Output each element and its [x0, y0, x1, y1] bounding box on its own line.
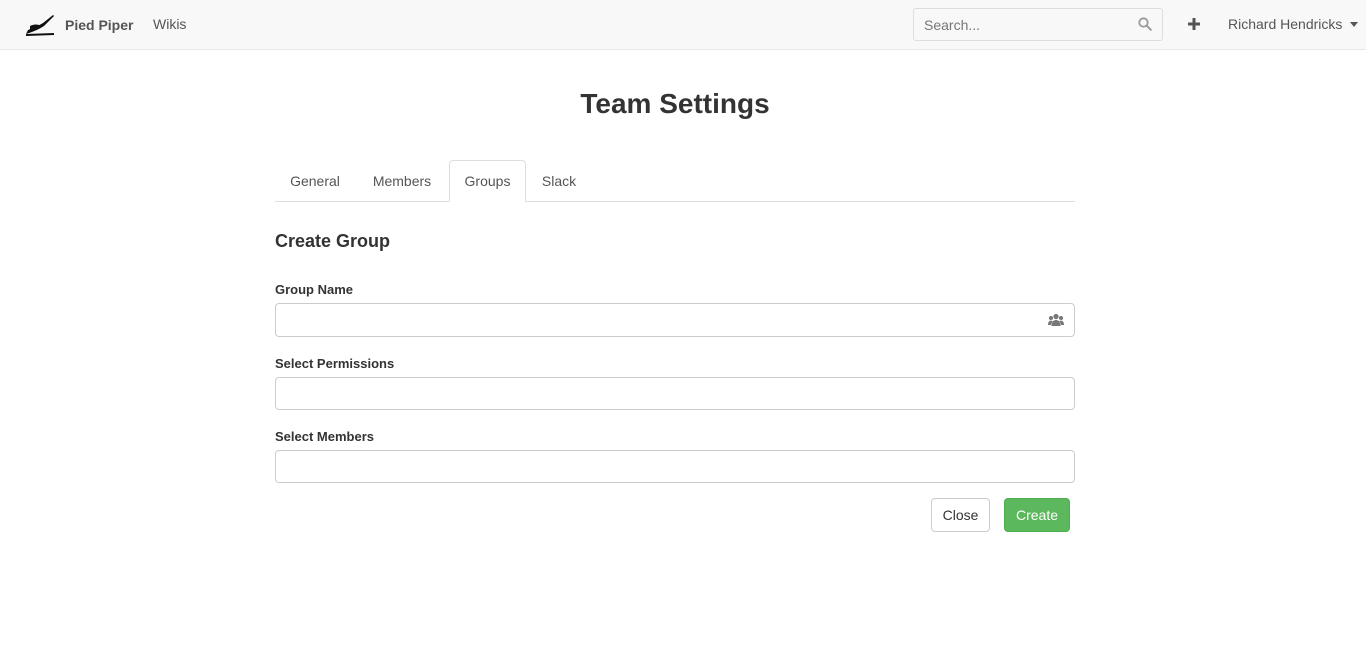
pied-piper-logo	[26, 15, 54, 36]
search-input[interactable]	[914, 9, 1134, 40]
members-select-input[interactable]	[276, 451, 1074, 482]
group-name-field	[275, 303, 1075, 337]
permissions-select-input[interactable]	[276, 378, 1074, 409]
tab-groups[interactable]: Groups	[449, 160, 526, 202]
users-icon	[1048, 313, 1064, 326]
settings-tabs: General Members Groups Slack	[275, 160, 1075, 202]
tab-slack[interactable]: Slack	[528, 160, 590, 202]
user-menu[interactable]: Richard Hendricks	[1228, 16, 1359, 32]
members-label: Select Members	[275, 429, 374, 444]
top-navbar: Pied Piper Wikis Richard Hendricks	[0, 0, 1366, 50]
search-icon[interactable]	[1138, 17, 1152, 31]
permissions-field	[275, 377, 1075, 410]
members-field	[275, 450, 1075, 483]
caret-down-icon	[1350, 21, 1359, 27]
close-button[interactable]: Close	[931, 498, 990, 532]
group-name-label: Group Name	[275, 282, 354, 297]
brand-link[interactable]: Pied Piper	[24, 11, 133, 39]
permissions-label: Select Permissions	[275, 356, 395, 371]
brand-name: Pied Piper	[65, 17, 134, 33]
create-button[interactable]: Create	[1004, 498, 1070, 532]
page-title: Team Settings	[580, 88, 770, 119]
plus-icon[interactable]	[1187, 17, 1201, 31]
tab-members[interactable]: Members	[357, 160, 447, 202]
form-title: Create Group	[275, 231, 391, 251]
nav-link-wikis[interactable]: Wikis	[153, 16, 186, 32]
user-name: Richard Hendricks	[1228, 16, 1343, 32]
tab-general[interactable]: General	[275, 160, 355, 202]
group-name-input[interactable]	[276, 304, 1074, 336]
search-box	[913, 8, 1163, 41]
